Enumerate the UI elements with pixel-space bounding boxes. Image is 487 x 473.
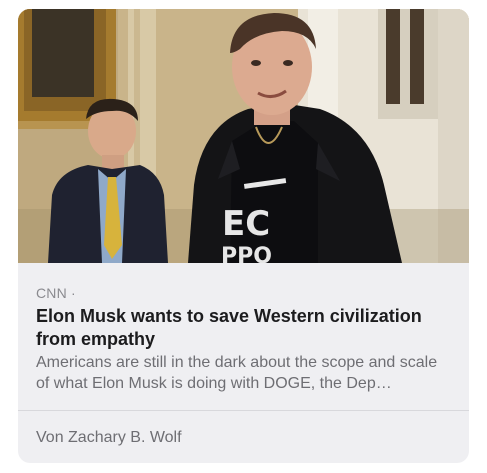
svg-text:PPO: PPO xyxy=(221,244,272,263)
article-headline[interactable]: Elon Musk wants to save Western civiliza… xyxy=(36,305,456,351)
author-byline: Von Zachary B. Wolf xyxy=(36,429,182,446)
article-photo[interactable]: EC PPO xyxy=(18,9,469,263)
news-card[interactable]: EC PPO CNN · Elon Musk wants to save Wes… xyxy=(18,9,469,463)
svg-text:EC: EC xyxy=(222,204,270,244)
divider xyxy=(18,410,469,411)
article-summary: Americans are still in the dark about th… xyxy=(36,354,438,392)
source-label: CNN · xyxy=(36,285,76,301)
